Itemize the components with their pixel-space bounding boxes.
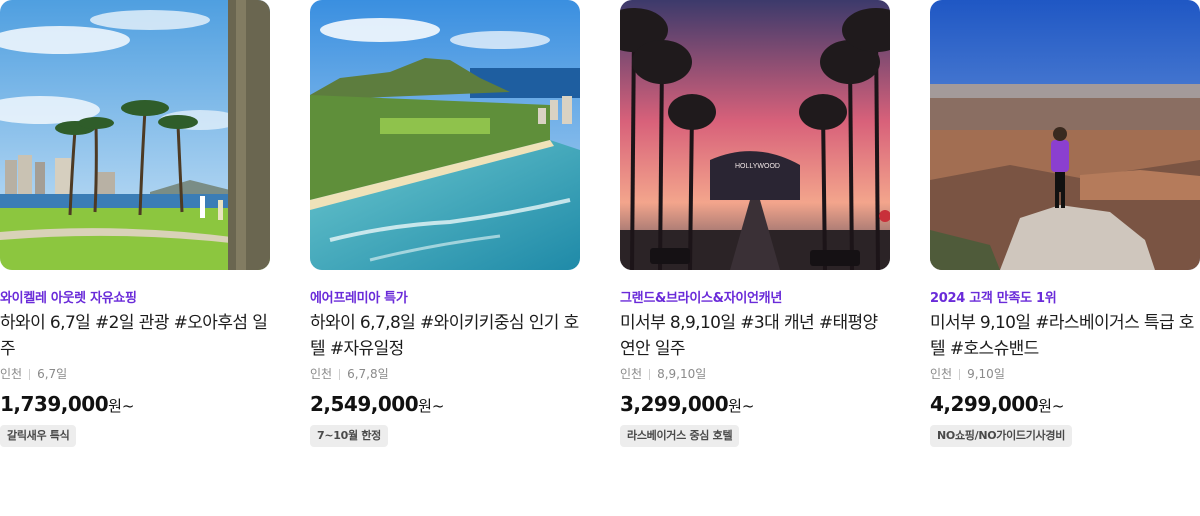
price-unit: 원~ xyxy=(1038,397,1065,415)
svg-text:HOLLYWOOD: HOLLYWOOD xyxy=(735,163,780,170)
product-meta: 인천 6,7일 xyxy=(0,365,270,383)
product-card[interactable]: 2024 고객 만족도 1위 미서부 9,10일 #라스베이거스 특급 호텔 #… xyxy=(930,0,1200,447)
price-unit: 원~ xyxy=(728,397,755,415)
product-card[interactable]: 에어프레미아 특가 하와이 6,7,8일 #와이키키중심 인기 호텔 #자유일정… xyxy=(310,0,580,447)
product-card[interactable]: 와이켈레 아웃렛 자유쇼핑 하와이 6,7일 #2일 관광 #오아후섬 일주 인… xyxy=(0,0,270,447)
product-tagline: 2024 고객 만족도 1위 xyxy=(930,291,1057,306)
product-title[interactable]: 하와이 6,7,8일 #와이키키중심 인기 호텔 #자유일정 xyxy=(310,310,580,362)
product-title[interactable]: 미서부 8,9,10일 #3대 캐년 #태평양 연안 일주 xyxy=(620,310,890,362)
product-price: 4,299,000원~ xyxy=(930,391,1200,419)
product-image[interactable]: HOLLYWOOD xyxy=(620,0,890,270)
product-title[interactable]: 미서부 9,10일 #라스베이거스 특급 호텔 #호스슈밴드 xyxy=(930,310,1200,362)
departure-city: 인천 xyxy=(0,367,23,381)
product-badge: 라스베이거스 중심 호텔 xyxy=(620,425,740,447)
meta-divider xyxy=(959,368,961,380)
product-tagline: 그랜드&브라이스&자이언캐년 xyxy=(620,291,782,306)
price-amount: 2,549,000 xyxy=(310,392,419,416)
product-image[interactable] xyxy=(0,0,270,270)
product-price: 1,739,000원~ xyxy=(0,391,270,419)
departure-city: 인천 xyxy=(310,367,333,381)
trip-duration: 9,10일 xyxy=(967,367,1005,381)
product-price: 2,549,000원~ xyxy=(310,391,580,419)
trip-duration: 6,7,8일 xyxy=(347,367,389,381)
meta-divider xyxy=(29,368,31,380)
price-amount: 3,299,000 xyxy=(620,392,729,416)
meta-divider xyxy=(339,368,341,380)
price-unit: 원~ xyxy=(108,397,135,415)
trip-duration: 6,7일 xyxy=(37,367,68,381)
departure-city: 인천 xyxy=(620,367,643,381)
product-image[interactable] xyxy=(310,0,580,270)
product-badge: 갈릭새우 특식 xyxy=(0,425,77,447)
product-meta: 인천 8,9,10일 xyxy=(620,365,890,383)
product-tagline: 와이켈레 아웃렛 자유쇼핑 xyxy=(0,291,137,306)
departure-city: 인천 xyxy=(930,367,953,381)
price-amount: 1,739,000 xyxy=(0,392,109,416)
product-title[interactable]: 하와이 6,7일 #2일 관광 #오아후섬 일주 xyxy=(0,310,270,362)
product-badge: NO쇼핑/NO가이드기사경비 xyxy=(930,425,1073,447)
trip-duration: 8,9,10일 xyxy=(657,367,707,381)
product-meta: 인천 9,10일 xyxy=(930,365,1200,383)
product-card[interactable]: HOLLYWOOD 그랜드&브라이스&자이언캐년 미서부 8,9,10일 #3대… xyxy=(620,0,890,447)
product-meta: 인천 6,7,8일 xyxy=(310,365,580,383)
product-image[interactable] xyxy=(930,0,1200,270)
price-amount: 4,299,000 xyxy=(930,392,1039,416)
price-unit: 원~ xyxy=(418,397,445,415)
meta-divider xyxy=(649,368,651,380)
product-tagline: 에어프레미아 특가 xyxy=(310,291,408,306)
product-badge: 7~10월 한정 xyxy=(310,425,388,447)
product-price: 3,299,000원~ xyxy=(620,391,890,419)
